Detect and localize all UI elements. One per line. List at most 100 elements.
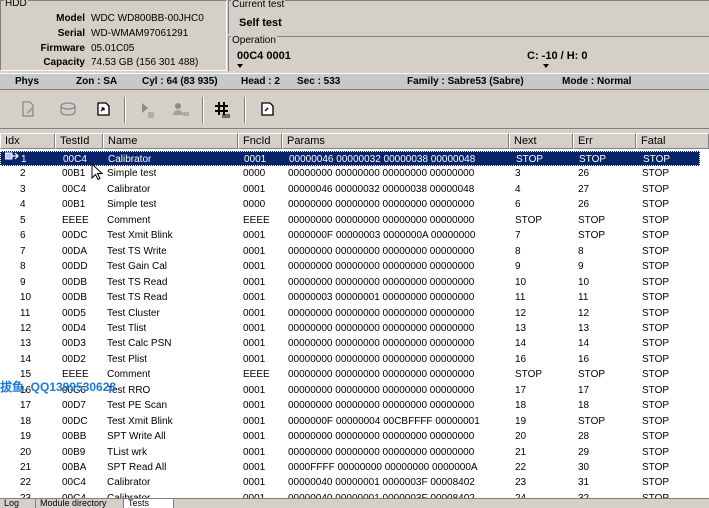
table-cell-testid: 00C4 [63, 154, 87, 165]
table-row[interactable]: 21 00BA SPT Read All 0001 0000FFFF 00000000 … [0, 460, 709, 475]
table-cell-params: 00000000 00000000 00000000 00000000 [288, 338, 475, 350]
col-params[interactable]: Params [282, 133, 509, 149]
table-cell-testid: 00DC [62, 230, 88, 242]
col-fatal[interactable]: Fatal [636, 133, 709, 149]
table-row[interactable]: 11 00D5 Test Cluster 0001 00000000 00000000 … [0, 306, 709, 321]
table-cell-fatal: STOP [642, 491, 669, 498]
table-row[interactable]: 2 00B1 Simple test 0000 00000000 00000000 00… [0, 166, 709, 181]
table-cell-testid: 00D5 [62, 307, 86, 319]
table-cell-err: STOP [578, 415, 606, 427]
table-row[interactable]: 6 00DC Test Xmit Blink 0001 0000000F 0000000… [0, 228, 709, 243]
status-head: Head : 2 [241, 76, 280, 87]
table-cell-next: 16 [515, 353, 527, 365]
table-cell-next: 9 [515, 261, 521, 273]
table-cell-fncid: 0001 [243, 338, 266, 350]
table-cell-params: 00000000 00000000 00000000 00000000 [288, 446, 475, 458]
table-cell-fatal: STOP [642, 292, 670, 304]
table-cell-next: 17 [515, 384, 527, 396]
table-row[interactable]: 5 EEEE Comment EEEE 00000000 00000000 000000… [0, 213, 709, 228]
col-idx[interactable]: Idx [0, 133, 55, 149]
hdd-serial-value: WD-WMAM97061291 [91, 28, 189, 39]
status-sec: Sec : 533 [297, 76, 341, 87]
table-cell-next: 10 [515, 276, 527, 288]
table-cell-params: 00000040 00000001 0000003F 00008402 [288, 491, 475, 498]
table-cell-params: 00000000 00000000 00000000 00000000 [288, 384, 475, 396]
table-row[interactable]: 23 00C4 Calibrator 0001 00000040 00000001 00… [0, 491, 709, 498]
toolbar-separator [124, 97, 126, 123]
table-cell-testid: 00DD [62, 261, 88, 273]
status-mode: Mode : Normal [562, 76, 632, 87]
grid-hash-icon[interactable] [208, 96, 236, 122]
table-row[interactable]: 12 00D4 Test Tlist 0001 00000000 00000000 00… [0, 321, 709, 336]
table-row[interactable]: 19 00BB SPT Write All 0001 00000000 00000000… [0, 429, 709, 444]
table-cell-fncid: 0001 [243, 462, 266, 473]
col-name[interactable]: Name [103, 133, 238, 149]
doc-edit-icon[interactable] [14, 96, 42, 122]
table-cell-fatal: STOP [642, 446, 670, 458]
col-err[interactable]: Err [573, 133, 636, 149]
table-cell-name: Test PE Scan [107, 400, 168, 412]
table-row[interactable]: 3 00C4 Calibrator 0001 00000046 00000032 000… [0, 182, 709, 197]
table-cell-fatal: STOP [642, 199, 670, 211]
table-row[interactable]: 13 00D3 Test Calc PSN 0001 00000000 00000000… [0, 336, 709, 351]
table-cell-name: Simple test [107, 199, 157, 211]
hdd-model-value: WDC WD800BB-00JHC0 [91, 13, 204, 24]
table-cell-idx: 18 [20, 415, 32, 427]
table-row[interactable]: 22 00C4 Calibrator 0001 00000040 00000001 00… [0, 475, 709, 490]
row-pointer-icon [5, 152, 19, 160]
col-testid[interactable]: TestId [55, 133, 103, 149]
table-cell-idx: 6 [20, 230, 26, 242]
table-row[interactable]: 20 00B9 TList wrk 0001 00000000 00000000 000… [0, 445, 709, 460]
table-cell-next: 24 [515, 491, 526, 498]
table-row[interactable]: 10 00DB Test TS Read 0001 00000003 00000001 … [0, 290, 709, 305]
table-cell-idx: 3 [20, 183, 26, 195]
table-cell-fncid: 0001 [243, 183, 266, 195]
table-row[interactable]: 7 00DA Test TS Write 0001 00000000 00000000 … [0, 244, 709, 259]
col-next[interactable]: Next [509, 133, 573, 149]
folder-arrow-icon[interactable] [90, 96, 118, 122]
hdd-serial-row: Serial WD-WMAM97061291 [1, 28, 228, 42]
table-cell-fatal: STOP [642, 384, 670, 396]
table-row[interactable]: 9 00DB Test TS Read 0001 00000000 00000000 0… [0, 275, 709, 290]
table-cell-name: Test Xmit Blink [107, 230, 173, 242]
step-run-icon[interactable] [132, 96, 160, 122]
table-cell-testid: 00DC [62, 415, 88, 427]
current-test-legend: Current test [231, 0, 286, 10]
table-cell-fncid: 0001 [244, 154, 267, 165]
table-row[interactable]: 1 00C4 Calibrator 0001 00000046 00000032 000… [0, 151, 700, 167]
user-find-icon[interactable] [166, 96, 194, 122]
folder-open-icon[interactable] [254, 96, 282, 122]
hdd-serial-label: Serial [57, 28, 85, 39]
table-cell-params: 00000000 00000000 00000000 00000000 [288, 261, 475, 273]
current-test-panel: Current test Self test [228, 0, 709, 34]
chs-dropdown-arrow-icon[interactable] [543, 64, 549, 68]
table-cell-fncid: EEEE [243, 369, 270, 381]
table-cell-fncid: 0001 [243, 353, 266, 365]
table-row[interactable]: 8 00DD Test Gain Cal 0001 00000000 00000000 … [0, 259, 709, 274]
disk-icon[interactable] [54, 96, 82, 122]
table-cell-err: 16 [578, 353, 590, 365]
table-cell-next: 7 [515, 230, 521, 242]
current-test-value: Self test [239, 17, 282, 29]
col-fncid[interactable]: FncId [238, 133, 282, 149]
table-cell-testid: 00B1 [62, 199, 86, 211]
operation-dropdown-arrow-icon[interactable] [237, 64, 243, 68]
table-cell-name: Test Cluster [107, 307, 160, 319]
table-row[interactable]: 14 00D2 Test Plist 0001 00000000 00000000 00… [0, 352, 709, 367]
table-cell-params: 00000000 00000000 00000000 00000000 [288, 214, 475, 226]
table-cell-name: Test Calc PSN [107, 338, 172, 350]
table-row[interactable]: 18 00DC Test Xmit Blink 0001 0000000F 000000… [0, 414, 709, 429]
test-table: Idx TestId Name FncId Params Next Err Fa… [0, 133, 709, 498]
table-cell-params: 00000046 00000032 00000038 00000048 [288, 183, 475, 195]
table-cell-err: 17 [578, 384, 590, 396]
table-row[interactable]: 17 00D7 Test PE Scan 0001 00000000 00000000 … [0, 398, 709, 413]
table-cell-params: 00000003 00000001 00000000 00000000 [288, 292, 475, 304]
table-row[interactable]: 4 00B1 Simple test 0000 00000000 00000000 00… [0, 197, 709, 212]
table-cell-params: 00000000 00000000 00000000 00000000 [288, 400, 475, 412]
table-cell-testid: 00BB [62, 431, 87, 443]
table-cell-params: 0000000F 00000004 00CBFFFF 00000001 [288, 415, 480, 427]
table-cell-fncid: 0001 [243, 322, 266, 334]
table-cell-next: STOP [516, 154, 544, 165]
table-cell-next: 12 [515, 307, 527, 319]
table-cell-idx: 2 [20, 168, 26, 180]
